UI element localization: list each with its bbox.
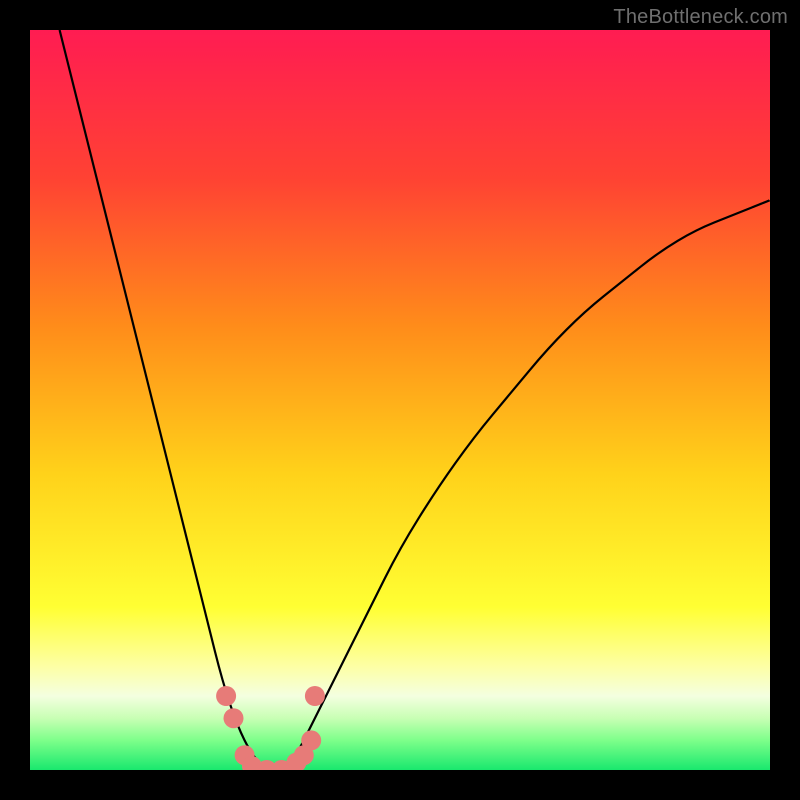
highlight-dot <box>224 708 244 728</box>
plot-area <box>30 30 770 770</box>
highlight-dot <box>301 730 321 750</box>
bottleneck-chart <box>30 30 770 770</box>
highlight-dot <box>216 686 236 706</box>
gradient-background <box>30 30 770 770</box>
highlight-dot <box>305 686 325 706</box>
watermark-text: TheBottleneck.com <box>613 6 788 29</box>
chart-frame: TheBottleneck.com <box>0 0 800 800</box>
